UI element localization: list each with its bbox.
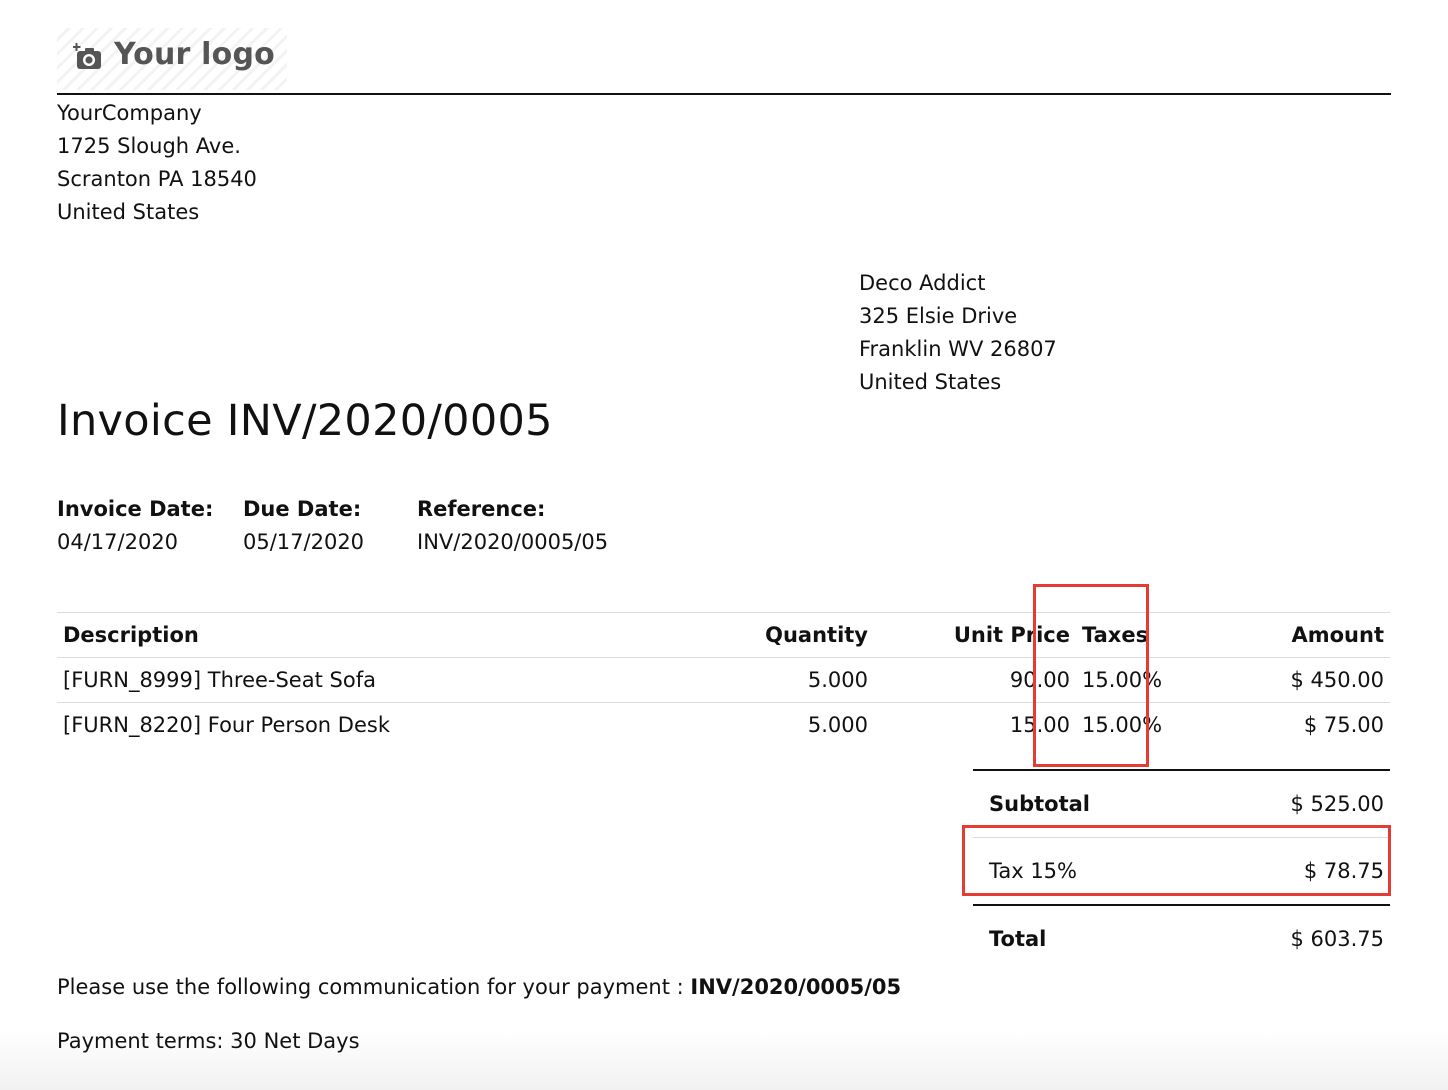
payment-communication: Please use the following communication f…	[57, 971, 901, 1004]
camera-plus-icon	[73, 43, 101, 69]
payment-terms: Payment terms: 30 Net Days	[57, 1029, 360, 1053]
column-header-taxes: Taxes	[1074, 612, 1198, 658]
line-quantity: 5.000	[522, 657, 874, 703]
tax-row: Tax 15% $ 78.75	[973, 837, 1390, 905]
company-country: United States	[57, 200, 200, 224]
column-header-amount: Amount	[1198, 612, 1390, 658]
total-label: Total	[973, 904, 1189, 972]
tax-label: Tax 15%	[973, 837, 1189, 905]
table-header-row: Description Quantity Unit Price Taxes Am…	[57, 612, 1390, 658]
reference-value: INV/2020/0005/05	[417, 530, 609, 554]
invoice-lines-table: Description Quantity Unit Price Taxes Am…	[57, 612, 1390, 747]
invoice-title: Invoice INV/2020/0005	[57, 396, 553, 446]
payment-communication-text: Please use the following communication f…	[57, 975, 691, 999]
line-amount: $ 75.00	[1198, 702, 1390, 747]
customer-street: 325 Elsie Drive	[859, 304, 1018, 328]
company-street: 1725 Slough Ave.	[57, 134, 241, 158]
subtotal-value: $ 525.00	[1188, 769, 1390, 838]
due-date-value: 05/17/2020	[243, 530, 365, 554]
company-logo: Your logo	[57, 28, 287, 90]
logo-text: Your logo	[114, 37, 275, 72]
column-header-unit-price: Unit Price	[874, 612, 1074, 658]
line-taxes: 15.00%	[1074, 657, 1198, 703]
payment-communication-reference: INV/2020/0005/05	[690, 975, 902, 999]
line-amount: $ 450.00	[1198, 657, 1390, 703]
total-value: $ 603.75	[1188, 904, 1390, 972]
table-row: [FURN_8220] Four Person Desk 5.000 15.00…	[57, 702, 1390, 747]
reference-label: Reference:	[417, 497, 546, 521]
line-unit-price: 15.00	[874, 702, 1074, 747]
company-address: YourCompany 1725 Slough Ave. Scranton PA…	[57, 97, 257, 229]
reference-info: Reference: INV/2020/0005/05	[417, 493, 608, 559]
subtotal-label: Subtotal	[973, 769, 1189, 838]
due-date-label: Due Date:	[243, 497, 362, 521]
invoice-date-info: Invoice Date: 04/17/2020	[57, 493, 213, 559]
totals-table: Subtotal $ 525.00 Tax 15% $ 78.75 Total …	[973, 769, 1390, 972]
line-description: [FURN_8999] Three-Seat Sofa	[57, 657, 522, 703]
customer-country: United States	[859, 370, 1002, 394]
invoice-date-value: 04/17/2020	[57, 530, 179, 554]
line-quantity: 5.000	[522, 702, 874, 747]
tax-value: $ 78.75	[1188, 837, 1390, 905]
invoice-date-label: Invoice Date:	[57, 497, 214, 521]
company-city: Scranton PA 18540	[57, 167, 257, 191]
column-header-quantity: Quantity	[522, 612, 874, 658]
customer-name: Deco Addict	[859, 271, 986, 295]
line-unit-price: 90.00	[874, 657, 1074, 703]
customer-city: Franklin WV 26807	[859, 337, 1057, 361]
line-taxes: 15.00%	[1074, 702, 1198, 747]
customer-address: Deco Addict 325 Elsie Drive Franklin WV …	[859, 267, 1057, 399]
company-name: YourCompany	[57, 101, 202, 125]
line-description: [FURN_8220] Four Person Desk	[57, 702, 522, 747]
table-row: [FURN_8999] Three-Seat Sofa 5.000 90.00 …	[57, 657, 1390, 703]
due-date-info: Due Date: 05/17/2020	[243, 493, 364, 559]
total-row: Total $ 603.75	[973, 904, 1390, 972]
column-header-description: Description	[57, 612, 522, 658]
header-divider	[57, 93, 1391, 95]
subtotal-row: Subtotal $ 525.00	[973, 769, 1390, 838]
